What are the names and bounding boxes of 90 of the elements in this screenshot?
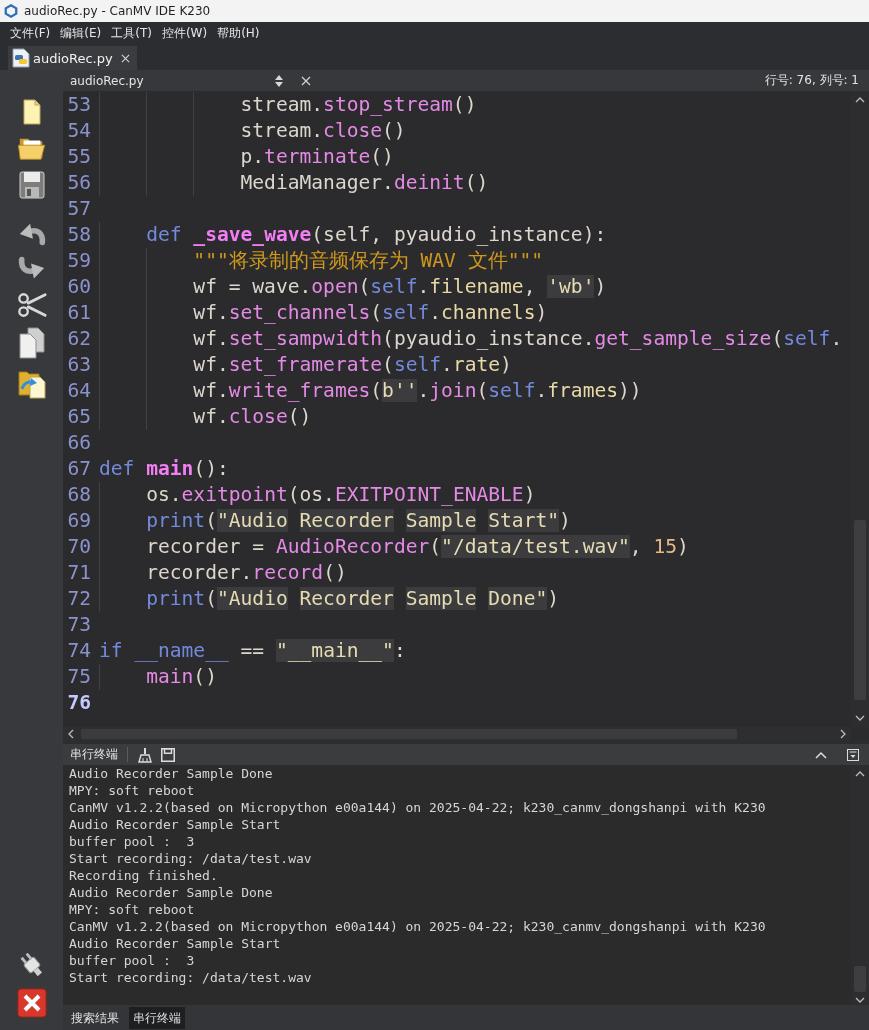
line-number: 73 xyxy=(67,612,91,638)
line-number: 57 xyxy=(67,196,91,222)
file-tab[interactable]: audioRec.py xyxy=(8,46,137,70)
chevron-down-icon[interactable] xyxy=(855,996,865,1004)
line-number: 72 xyxy=(67,586,91,612)
code-line: os.exitpoint(os.EXITPOINT_ENABLE) xyxy=(146,482,536,508)
line-number: 74 xyxy=(67,638,91,664)
line-number: 62 xyxy=(67,326,91,352)
terminal-line: CanMV v1.2.2(based on Micropython e00a144) on 2025-04-22; k230_canmv_dongshanpi with K230 xyxy=(69,799,766,816)
terminal-line: Audio Recorder Sample Done xyxy=(69,884,273,901)
line-number: 69 xyxy=(67,508,91,534)
close-icon[interactable] xyxy=(120,53,130,63)
terminal-line: MPY: soft reboot xyxy=(69,901,195,918)
line-number: 61 xyxy=(67,300,91,326)
code-line: wf.write_frames(b''.join(self.frames)) xyxy=(193,378,642,404)
line-number: 55 xyxy=(67,144,91,170)
menu-item[interactable]: 控件(W) xyxy=(157,25,212,42)
window-title: audioRec.py - CanMV IDE K230 xyxy=(24,4,211,18)
line-number: 56 xyxy=(67,170,91,196)
close-icon[interactable] xyxy=(301,75,311,86)
code-line: recorder.record() xyxy=(146,560,347,586)
scissors-icon[interactable] xyxy=(16,291,47,319)
chevron-right-icon[interactable] xyxy=(839,729,847,739)
code-line: if __name__ == "__main__": xyxy=(99,638,406,664)
terminal-line: Recording finished. xyxy=(69,867,218,884)
vertical-scrollbar[interactable] xyxy=(851,765,869,1005)
panel-tab[interactable]: 搜索结果 xyxy=(67,1006,123,1029)
terminal-line: buffer pool : 3 xyxy=(69,833,195,850)
chevron-up-icon[interactable] xyxy=(855,96,865,104)
line-number: 64 xyxy=(67,378,91,404)
line-number: 70 xyxy=(67,534,91,560)
code-line: wf.set_framerate(self.rate) xyxy=(193,352,512,378)
code-line: """将录制的音频保存为 WAV 文件""" xyxy=(193,248,544,274)
line-number: 54 xyxy=(67,118,91,144)
line-number: 68 xyxy=(67,482,91,508)
code-line: stream.close() xyxy=(240,118,406,144)
new-file-icon[interactable] xyxy=(22,99,41,125)
code-line: def _save_wave(self, pyaudio_instance): xyxy=(146,222,607,248)
line-number: 60 xyxy=(67,274,91,300)
save-icon[interactable] xyxy=(18,171,45,199)
up-down-arrows-icon xyxy=(275,74,283,87)
line-number: 76 xyxy=(67,690,91,716)
terminal-line: buffer pool : 3 xyxy=(69,952,195,969)
code-line: recorder = AudioRecorder("/data/test.wav", 15) xyxy=(146,534,689,560)
save-icon[interactable] xyxy=(161,747,175,762)
code-line: print("Audio Recorder Sample Start") xyxy=(146,508,571,534)
chevron-up-icon[interactable] xyxy=(815,750,827,759)
line-number: 71 xyxy=(67,560,91,586)
chevron-up-icon[interactable] xyxy=(855,770,865,778)
code-line: def main(): xyxy=(99,456,229,482)
code-line: wf.set_channels(self.channels) xyxy=(193,300,548,326)
menu-item[interactable]: 帮助(H) xyxy=(213,25,264,42)
cursor-position: 行号: 76, 列号: 1 xyxy=(764,72,860,89)
line-number: 53 xyxy=(67,92,91,118)
code-line: p.terminate() xyxy=(240,144,394,170)
dropdown-box-icon[interactable] xyxy=(847,748,859,761)
document-selector[interactable]: audioRec.py xyxy=(63,70,289,91)
terminal-line: MPY: soft reboot xyxy=(69,782,195,799)
code-line: wf.close() xyxy=(193,404,312,430)
panel-title: 串行终端 xyxy=(70,746,118,763)
line-number: 65 xyxy=(67,404,91,430)
terminal-line: Audio Recorder Sample Start xyxy=(69,935,281,952)
python-file-icon xyxy=(12,48,30,68)
chevron-left-icon[interactable] xyxy=(67,729,75,739)
line-number: 67 xyxy=(67,456,91,482)
app-logo-icon xyxy=(4,4,18,18)
code-line: print("Audio Recorder Sample Done") xyxy=(146,586,560,612)
line-number: 59 xyxy=(67,248,91,274)
menu-item[interactable]: 工具(T) xyxy=(107,25,156,42)
code-line: wf.set_sampwidth(pyaudio_instance.get_sample_size(self. xyxy=(193,326,843,352)
code-line: main() xyxy=(146,664,217,690)
terminal-line: Audio Recorder Sample Done xyxy=(69,765,273,782)
line-number: 63 xyxy=(67,352,91,378)
terminal-line: Start recording: /data/test.wav xyxy=(69,969,312,986)
line-number: 58 xyxy=(67,222,91,248)
brush-icon[interactable] xyxy=(137,746,153,763)
panel-tab[interactable]: 串行终端 xyxy=(129,1006,185,1029)
code-line: stream.stop_stream() xyxy=(240,92,477,118)
code-line: wf = wave.open(self.filename, 'wb') xyxy=(193,274,607,300)
terminal-line: Start recording: /data/test.wav xyxy=(69,850,312,867)
copy-icon[interactable] xyxy=(18,327,45,359)
code-line: MediaManager.deinit() xyxy=(240,170,489,196)
chevron-down-icon[interactable] xyxy=(855,714,865,722)
menu-item[interactable]: 文件(F) xyxy=(6,25,55,42)
menu-item[interactable]: 编辑(E) xyxy=(56,25,106,42)
terminal-line: Audio Recorder Sample Start xyxy=(69,816,281,833)
cancel-icon[interactable] xyxy=(16,988,47,1018)
line-number: 66 xyxy=(67,430,91,456)
terminal-line: CanMV v1.2.2(based on Micropython e00a144) on 2025-04-22; k230_canmv_dongshanpi with K230 xyxy=(69,918,766,935)
line-number: 75 xyxy=(67,664,91,690)
